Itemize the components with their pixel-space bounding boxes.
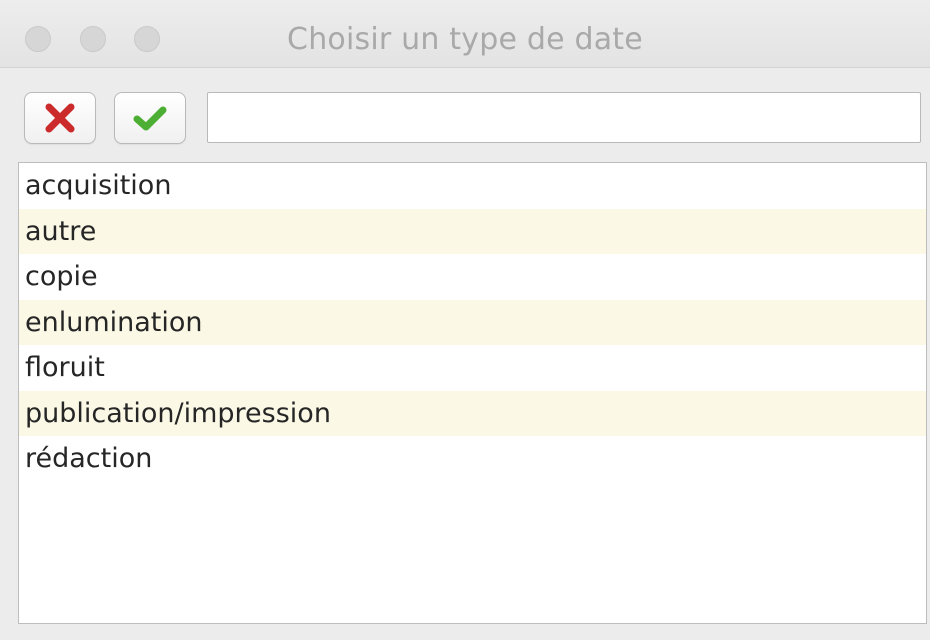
green-checkmark-icon bbox=[133, 106, 167, 131]
list-item[interactable]: publication/impression bbox=[19, 390, 926, 436]
red-x-icon bbox=[45, 103, 75, 133]
list-item[interactable]: floruit bbox=[19, 345, 926, 391]
list-item[interactable]: copie bbox=[19, 254, 926, 300]
date-type-list[interactable]: acquisition autre copie enlumination floruit… bbox=[18, 162, 927, 624]
window-title: Choisir un type de date bbox=[287, 22, 643, 57]
toolbar bbox=[0, 68, 930, 160]
list-item[interactable]: acquisition bbox=[19, 163, 926, 209]
filter-input[interactable] bbox=[207, 92, 921, 143]
list-item[interactable]: rédaction bbox=[19, 436, 926, 482]
confirm-button[interactable] bbox=[114, 92, 186, 144]
title-bar[interactable]: Choisir un type de date bbox=[0, 0, 930, 68]
dialog-window: Choisir un type de date acquisition autre… bbox=[0, 0, 930, 640]
cancel-button[interactable] bbox=[24, 92, 96, 144]
list-item[interactable]: autre bbox=[19, 208, 926, 254]
list-item[interactable]: enlumination bbox=[19, 299, 926, 345]
